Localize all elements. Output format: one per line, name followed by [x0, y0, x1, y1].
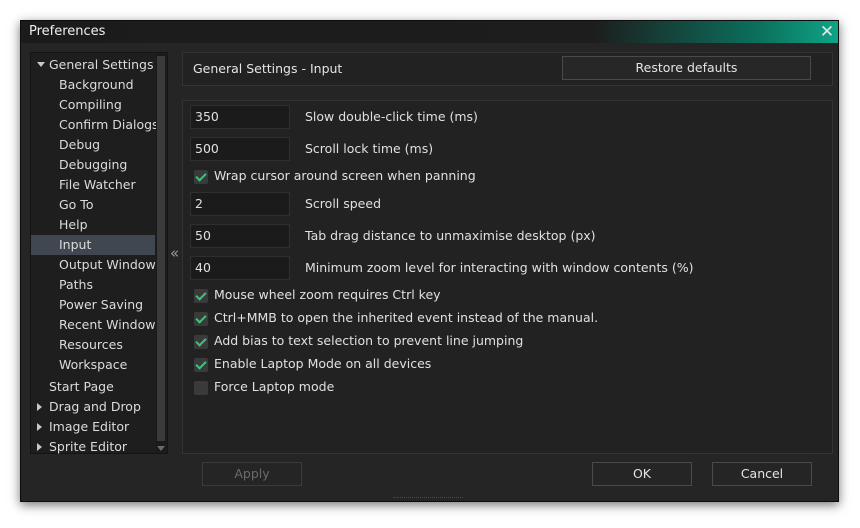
apply-button[interactable]: Apply [202, 462, 302, 486]
tree-item-go-to[interactable]: Go To [31, 195, 155, 215]
double-click-time-field[interactable]: 350 [190, 105, 290, 129]
scroll-speed-label: Scroll speed [305, 196, 382, 211]
wrap-cursor-checkbox[interactable] [194, 170, 208, 184]
min-zoom-field[interactable]: 40 [190, 256, 290, 280]
tree-item-label: Resources [59, 337, 123, 352]
tree-item-image-editor[interactable]: Image Editor [31, 417, 155, 437]
wrap-cursor-label[interactable]: Wrap cursor around screen when panning [214, 168, 476, 183]
tree-item-power-saving[interactable]: Power Saving [31, 295, 155, 315]
tree-item-confirm-dialogs[interactable]: Confirm Dialogs [31, 115, 159, 135]
scroll-lock-time-field[interactable]: 500 [190, 137, 290, 161]
expand-arrow-icon[interactable] [37, 443, 42, 451]
tree-scrollbar[interactable] [156, 54, 166, 452]
tree-item-workspace[interactable]: Workspace [31, 355, 155, 375]
tab-drag-distance-label: Tab drag distance to unmaximise desktop … [305, 228, 596, 243]
window-title: Preferences [29, 24, 106, 39]
expand-arrow-icon[interactable] [37, 403, 42, 411]
expand-arrow-icon[interactable] [37, 62, 45, 67]
close-icon[interactable]: ✕ [816, 21, 838, 43]
tree-item-label: Workspace [59, 357, 128, 372]
preferences-window: Preferences ✕ General Settings Backgroun… [20, 20, 839, 502]
tree-item-help[interactable]: Help [31, 215, 155, 235]
tree-item-label: Debugging [59, 157, 128, 172]
settings-panel: 350 Slow double-click time (ms) 500 Scro… [182, 100, 833, 454]
scroll-lock-time-label: Scroll lock time (ms) [305, 141, 434, 156]
tree-item-start-page[interactable]: Start Page [31, 377, 155, 397]
tree-item-label: Debug [59, 137, 101, 152]
scroll-down-icon[interactable] [157, 446, 165, 451]
restore-defaults-button[interactable]: Restore defaults [562, 56, 811, 80]
tree-item-label: Sprite Editor [49, 439, 128, 454]
laptop-mode-all-label[interactable]: Enable Laptop Mode on all devices [214, 356, 431, 371]
page-title: General Settings - Input [193, 61, 343, 76]
tree-item-label: Confirm Dialogs [59, 117, 159, 132]
tree-item-label: Compiling [59, 97, 122, 112]
laptop-mode-all-checkbox[interactable] [194, 358, 208, 372]
title-bar[interactable]: Preferences ✕ [21, 21, 838, 43]
tree-item-recent-windows[interactable]: Recent Windows [31, 315, 162, 335]
tree-item-debug[interactable]: Debug [31, 135, 155, 155]
wheel-zoom-ctrl-label[interactable]: Mouse wheel zoom requires Ctrl key [214, 287, 441, 302]
tree-item-label: File Watcher [59, 177, 136, 192]
text-bias-checkbox[interactable] [194, 335, 208, 349]
section-header: General Settings - Input Restore default… [182, 52, 833, 86]
tree-item-drag-and-drop[interactable]: Drag and Drop [31, 397, 155, 417]
expand-arrow-icon[interactable] [37, 423, 42, 431]
tree-item-label: Drag and Drop [49, 399, 141, 414]
tree-item-label: Go To [59, 197, 94, 212]
tab-drag-distance-field[interactable]: 50 [190, 224, 290, 248]
tree-item-input[interactable]: Input [31, 235, 155, 255]
tree-item-label: Paths [59, 277, 93, 292]
text-bias-label[interactable]: Add bias to text selection to prevent li… [214, 333, 523, 348]
tree-item-label: Output Windows [59, 257, 163, 272]
wheel-zoom-ctrl-checkbox[interactable] [194, 289, 208, 303]
tree-item-output-windows[interactable]: Output Windows [31, 255, 162, 275]
settings-tree: General Settings Background Compiling Co… [30, 52, 168, 454]
collapse-sidebar-icon[interactable]: « [170, 244, 179, 262]
ctrl-mmb-checkbox[interactable] [194, 312, 208, 326]
tree-item-label: Start Page [49, 379, 114, 394]
tree-item-resources[interactable]: Resources [31, 335, 155, 355]
tree-item-label: Power Saving [59, 297, 144, 312]
tree-item-label: General Settings [49, 57, 154, 72]
tree-item-label: Input [59, 237, 92, 252]
ok-button[interactable]: OK [592, 462, 692, 486]
force-laptop-checkbox[interactable] [194, 381, 208, 395]
scroll-speed-field[interactable]: 2 [190, 192, 290, 216]
cancel-button[interactable]: Cancel [712, 462, 812, 486]
tree-item-compiling[interactable]: Compiling [31, 95, 155, 115]
min-zoom-label: Minimum zoom level for interacting with … [305, 260, 694, 275]
force-laptop-label[interactable]: Force Laptop mode [214, 379, 334, 394]
tree-item-debugging[interactable]: Debugging [31, 155, 155, 175]
resize-grip[interactable] [393, 497, 463, 501]
tree-item-label: Background [59, 77, 134, 92]
tree-item-paths[interactable]: Paths [31, 275, 155, 295]
tree-item-label: Recent Windows [59, 317, 162, 332]
tree-item-general-settings[interactable]: General Settings [31, 55, 155, 75]
tree-item-background[interactable]: Background [31, 75, 155, 95]
tree-item-label: Image Editor [49, 419, 130, 434]
ctrl-mmb-label[interactable]: Ctrl+MMB to open the inherited event ins… [214, 310, 598, 325]
scrollbar-thumb[interactable] [157, 56, 165, 441]
tree-item-label: Help [59, 217, 88, 232]
double-click-time-label: Slow double-click time (ms) [305, 109, 478, 124]
tree-item-sprite-editor[interactable]: Sprite Editor [31, 437, 155, 457]
tree-item-file-watcher[interactable]: File Watcher [31, 175, 155, 195]
